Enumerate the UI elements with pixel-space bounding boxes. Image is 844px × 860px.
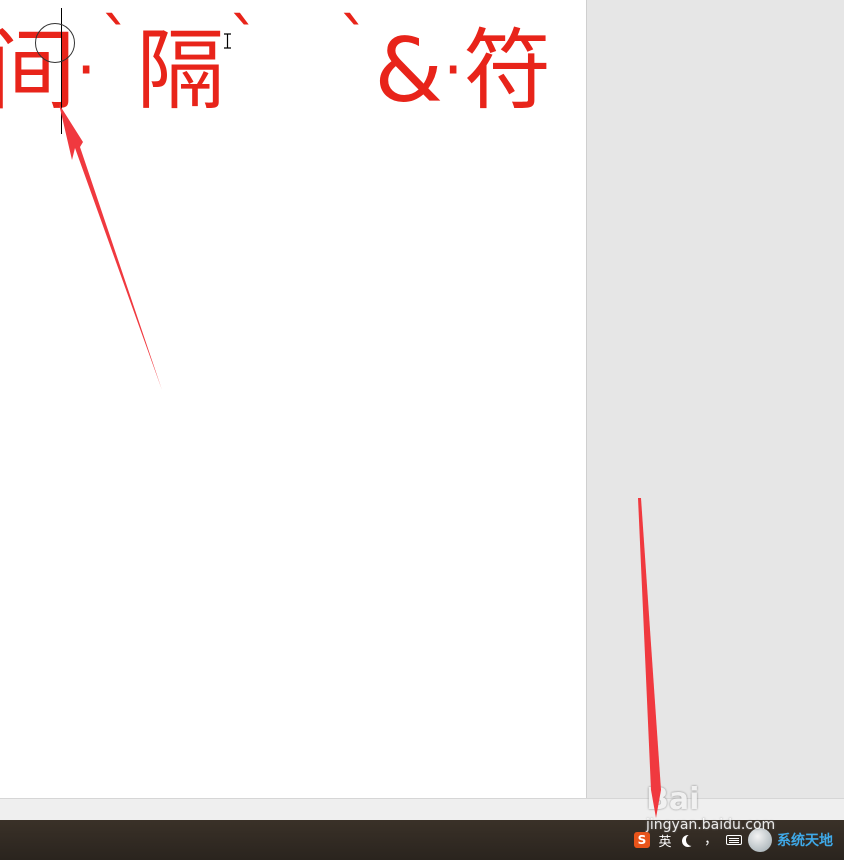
moon-icon: [686, 834, 698, 846]
click-highlight-circle: [35, 23, 75, 63]
keyboard-icon: [726, 835, 742, 845]
screen: 间 · ` 隔 ` ` & · 符 S 英 ， 系统天地 Bai jingyan…: [0, 0, 844, 860]
i-beam-cursor-icon: [224, 33, 231, 49]
watermark-url: jingyan.baidu.com: [646, 817, 776, 833]
doc-char-ge: 隔: [136, 19, 225, 122]
document-canvas[interactable]: 间 · ` 隔 ` ` & · 符: [0, 0, 586, 798]
soft-keyboard-button[interactable]: [725, 831, 743, 849]
doc-backtick: `: [228, 6, 261, 80]
doc-middle-dot: ·: [76, 34, 97, 108]
watermark-logo: Bai: [646, 782, 700, 817]
brand-logo-text-wrap: 系统天地: [777, 831, 833, 849]
doc-middle-dot: ·: [443, 34, 464, 108]
baidu-watermark: Bai jingyan.baidu.com: [646, 782, 776, 834]
half-width-toggle[interactable]: [679, 831, 697, 849]
punctuation-label: ，: [704, 832, 718, 848]
punctuation-toggle[interactable]: ，: [702, 831, 720, 849]
doc-backtick: `: [338, 6, 371, 80]
brand-logo-text: 系统天地: [777, 833, 833, 849]
ime-language-toggle[interactable]: 英: [656, 831, 674, 850]
doc-ampersand: &: [374, 19, 443, 122]
side-panel: [586, 0, 844, 798]
ime-toolbar[interactable]: S: [633, 831, 651, 849]
document-text-line[interactable]: 间 · ` 隔 ` ` & · 符: [0, 6, 552, 126]
ime-language-label: 英: [658, 834, 672, 850]
doc-backtick: `: [100, 6, 133, 80]
doc-char-fu: 符: [463, 19, 552, 122]
sogou-ime-icon[interactable]: S: [634, 832, 650, 848]
brand-logo: [748, 828, 772, 852]
